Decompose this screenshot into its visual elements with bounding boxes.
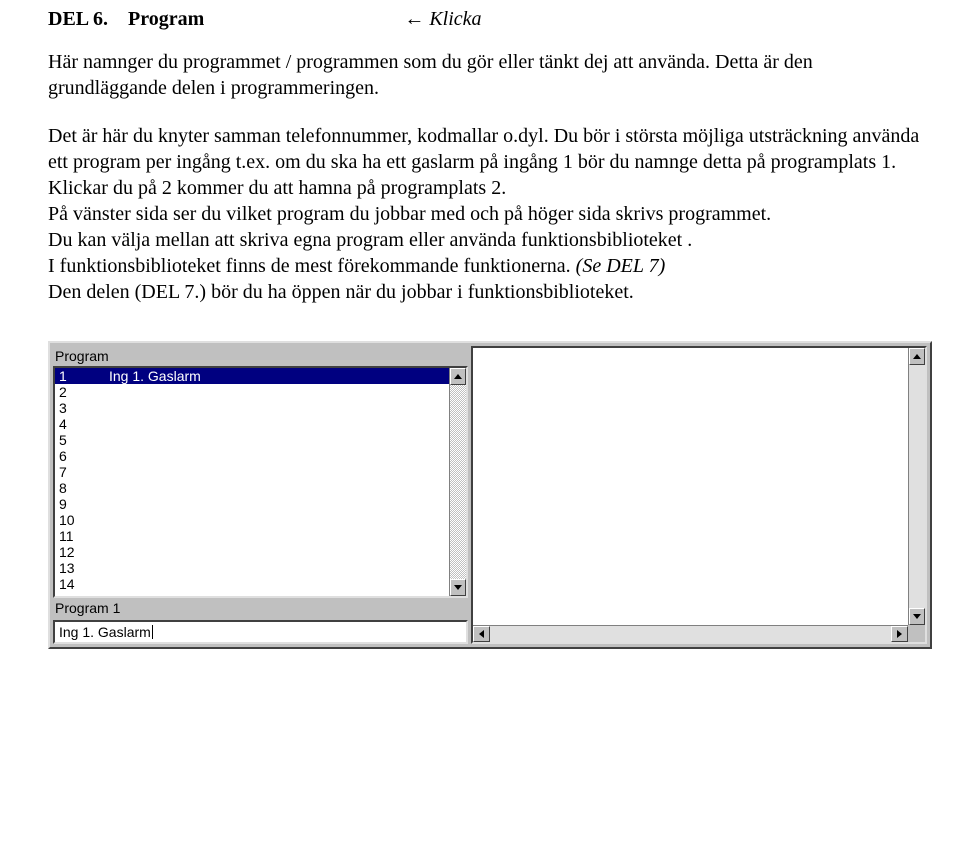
scroll-down-button[interactable] <box>450 579 466 596</box>
arrow-down-icon <box>454 585 462 590</box>
paragraph: På vänster sida ser du vilket program du… <box>48 201 932 227</box>
paragraph: I funktionsbiblioteket finns de mest för… <box>48 253 932 279</box>
paragraph: Du kan välja mellan att skriva egna prog… <box>48 227 932 253</box>
list-item[interactable]: 13 <box>55 560 449 576</box>
scroll-left-button[interactable] <box>473 626 490 642</box>
list-item[interactable]: 4 <box>55 416 449 432</box>
list-item-number: 2 <box>59 384 109 400</box>
paragraph: Det är här du knyter samman telefonnumme… <box>48 123 932 201</box>
program-list-pane: Program 1Ing 1. Gaslarm23456789101112131… <box>53 346 468 644</box>
program-name-label: Program 1 <box>53 598 468 618</box>
program-list-label: Program <box>53 346 468 366</box>
list-item-text: Ing 1. Gaslarm <box>109 368 201 384</box>
arrow-up-icon <box>454 374 462 379</box>
text-caret <box>152 625 153 639</box>
list-item-number: 3 <box>59 400 109 416</box>
list-item[interactable]: 14 <box>55 576 449 592</box>
editor-hscrollbar[interactable] <box>473 625 908 642</box>
list-item-number: 10 <box>59 512 109 528</box>
program-listbox[interactable]: 1Ing 1. Gaslarm234567891011121314 <box>53 366 468 598</box>
editor-content[interactable] <box>473 348 908 625</box>
list-item-number: 11 <box>59 528 109 544</box>
list-item[interactable]: 9 <box>55 496 449 512</box>
scroll-right-button[interactable] <box>891 626 908 642</box>
scroll-up-button[interactable] <box>909 348 925 365</box>
list-item-number: 1 <box>59 368 109 384</box>
list-item[interactable]: 1Ing 1. Gaslarm <box>55 368 449 384</box>
section-heading: DEL 6. Program ← Klicka <box>48 8 932 31</box>
scrollbar-track[interactable] <box>450 385 466 579</box>
list-item[interactable]: 8 <box>55 480 449 496</box>
list-item-number: 8 <box>59 480 109 496</box>
list-item[interactable]: 12 <box>55 544 449 560</box>
list-item[interactable]: 10 <box>55 512 449 528</box>
listbox-scrollbar[interactable] <box>449 368 466 596</box>
list-item-number: 5 <box>59 432 109 448</box>
list-item-number: 14 <box>59 576 109 592</box>
scrollbar-track[interactable] <box>909 365 925 608</box>
list-item-number: 7 <box>59 464 109 480</box>
list-item-number: 4 <box>59 416 109 432</box>
list-item-number: 9 <box>59 496 109 512</box>
list-item[interactable]: 7 <box>55 464 449 480</box>
scrollbar-corner <box>908 625 925 642</box>
arrow-left-icon <box>479 630 484 638</box>
program-editor[interactable] <box>471 346 927 644</box>
scrollbar-track[interactable] <box>490 626 891 642</box>
program-name-value: Ing 1. Gaslarm <box>59 624 151 640</box>
list-item[interactable]: 6 <box>55 448 449 464</box>
heading-del: DEL 6. <box>48 8 108 31</box>
program-name-input[interactable]: Ing 1. Gaslarm <box>53 620 468 644</box>
program-panel: Program 1Ing 1. Gaslarm23456789101112131… <box>48 341 932 649</box>
paragraph: Här namnger du programmet / programmen s… <box>48 49 932 101</box>
list-item[interactable]: 3 <box>55 400 449 416</box>
paragraph: Den delen (DEL 7.) bör du ha öppen när d… <box>48 279 932 305</box>
list-item-number: 12 <box>59 544 109 560</box>
list-item-number: 13 <box>59 560 109 576</box>
arrow-up-icon <box>913 354 921 359</box>
program-editor-pane <box>471 346 927 644</box>
list-item[interactable]: 5 <box>55 432 449 448</box>
list-item[interactable]: 2 <box>55 384 449 400</box>
scroll-up-button[interactable] <box>450 368 466 385</box>
list-item-number: 6 <box>59 448 109 464</box>
arrow-right-icon <box>897 630 902 638</box>
heading-program: Program <box>128 8 204 31</box>
scroll-down-button[interactable] <box>909 608 925 625</box>
heading-klicka: ← Klicka <box>404 8 481 31</box>
body-text: Här namnger du programmet / programmen s… <box>48 49 932 305</box>
editor-vscrollbar[interactable] <box>908 348 925 625</box>
arrow-down-icon <box>913 614 921 619</box>
list-item[interactable]: 11 <box>55 528 449 544</box>
